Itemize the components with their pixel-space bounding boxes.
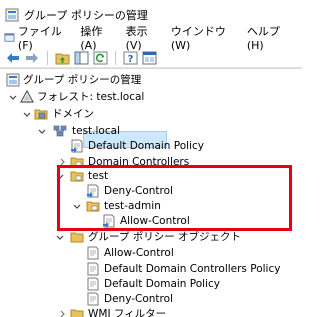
wmi-folder-icon — [70, 309, 84, 317]
menu-bar: ファイル(F) 操作(A) 表示(V) ウインドウ(W) ヘルプ(H) — [0, 25, 302, 52]
gpmc-root-icon — [6, 73, 20, 87]
tree-item-label: WMI フィルター — [88, 308, 167, 317]
tree-item-label: フォレスト: test.local — [37, 91, 145, 103]
tree-item-gpo-folder[interactable]: グループ ポリシー オブジェクト — [0, 229, 300, 246]
domain-icon — [53, 125, 67, 137]
gpo-document-icon — [87, 292, 99, 306]
forest-triangle-icon — [20, 90, 34, 103]
back-arrow-icon — [7, 52, 19, 63]
help-button[interactable]: ? — [121, 49, 139, 67]
tree-item-label: Allow-Control — [104, 247, 174, 259]
chevron-right-icon[interactable] — [58, 309, 68, 317]
gpmc-app-icon — [5, 8, 19, 22]
gpo-document-icon — [87, 277, 99, 291]
tree-item-gpmc-root[interactable]: グループ ポリシーの管理 — [0, 72, 300, 89]
tree-item-default-domain-policy-link[interactable]: Default Domain Policy — [0, 138, 300, 155]
tree-item-forest[interactable]: フォレスト: test.local — [0, 89, 300, 106]
domains-folder-icon — [34, 109, 48, 120]
tree-item-label: Default Domain Controllers Policy — [104, 263, 281, 275]
show-hide-tree-button[interactable] — [72, 49, 90, 67]
toolbar-separator-2 — [115, 50, 116, 65]
tree-item-domains[interactable]: ドメイン — [0, 106, 300, 123]
tree-item-label: test.local — [72, 125, 120, 137]
refresh-icon — [93, 51, 107, 64]
chevron-down-icon[interactable] — [55, 233, 65, 243]
window-title: グループ ポリシーの管理 — [24, 9, 148, 22]
highlight-annotation-box — [57, 165, 292, 231]
chevron-down-icon[interactable] — [37, 127, 47, 137]
forward-button[interactable] — [23, 49, 41, 67]
up-folder-icon — [55, 53, 69, 64]
tree-item-label: Default Domain Policy — [88, 140, 204, 152]
properties-button[interactable] — [140, 49, 158, 67]
refresh-button[interactable] — [91, 49, 109, 67]
show-tree-icon — [74, 51, 88, 64]
tree-item-label: グループ ポリシー オブジェクト — [88, 231, 242, 243]
chevron-down-icon[interactable] — [22, 110, 32, 120]
tree-item-label: ドメイン — [52, 108, 94, 120]
svg-text:?: ? — [127, 54, 133, 65]
gpo-document-icon — [87, 246, 99, 260]
tree-item-wmi-filter[interactable]: WMI フィルター — [0, 306, 300, 317]
back-button[interactable] — [4, 49, 22, 67]
up-level-button[interactable] — [53, 49, 71, 67]
toolbar-separator — [47, 50, 48, 65]
properties-icon — [142, 51, 156, 64]
tree-item-label: グループ ポリシーの管理 — [23, 74, 142, 86]
forward-arrow-icon — [26, 52, 38, 63]
gpo-folder-icon — [70, 232, 84, 243]
tree-item-label: Default Domain Policy — [104, 278, 220, 290]
tree-item-gpo-allow-control[interactable]: Allow-Control — [0, 245, 300, 262]
gpo-link-icon — [71, 139, 83, 153]
chevron-down-icon[interactable] — [8, 93, 18, 103]
console-icon — [4, 32, 15, 42]
gpo-document-icon — [87, 262, 99, 276]
toolbar: ? — [0, 48, 302, 68]
help-icon: ? — [123, 51, 137, 65]
tree-item-label: Deny-Control — [104, 293, 173, 305]
